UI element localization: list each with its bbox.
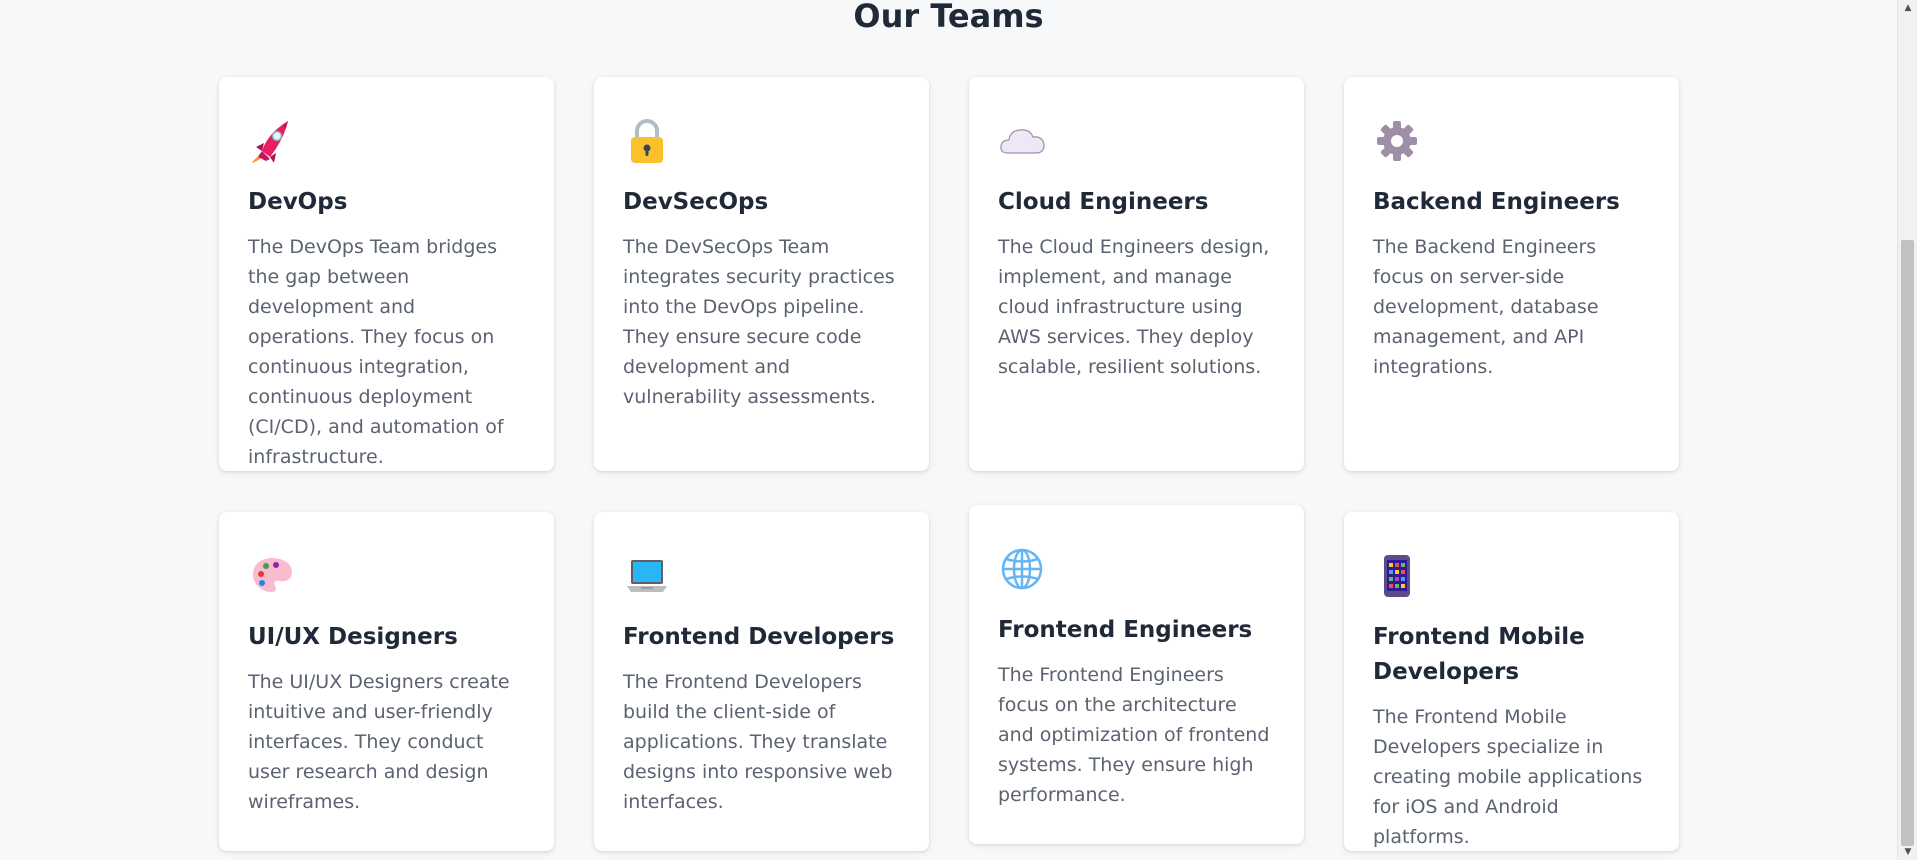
team-title: Cloud Engineers xyxy=(998,189,1209,215)
team-title: Backend Engineers xyxy=(1373,189,1620,215)
team-title: Frontend Engineers xyxy=(998,617,1253,643)
section-title: Our Teams xyxy=(853,0,1044,35)
team-card-frontend-developers: Frontend Developers The Frontend Develop… xyxy=(594,512,929,851)
team-description: The Cloud Engineers design, implement, a… xyxy=(998,236,1270,378)
lock-icon xyxy=(631,119,663,163)
team-card-frontend-engineers: Frontend Engineers The Frontend Engineer… xyxy=(969,505,1304,844)
page: Our Teams DevOps The DevOps Team bridges… xyxy=(0,0,1917,860)
team-description: The DevOps Team bridges the gap between … xyxy=(248,236,504,468)
team-description: The DevSecOps Team integrates security p… xyxy=(623,236,895,408)
gear-icon xyxy=(1377,121,1417,161)
team-title: Frontend Mobile Developers xyxy=(1373,624,1585,685)
team-card-backend-engineers: Backend Engineers The Backend Engineers … xyxy=(1344,77,1679,471)
globe-icon xyxy=(1001,548,1043,590)
cloud-icon xyxy=(1000,129,1045,154)
team-card-devsecops: DevSecOps The DevSecOps Team integrates … xyxy=(594,77,929,471)
team-description: The Frontend Developers build the client… xyxy=(623,671,893,813)
laptop-icon xyxy=(627,560,667,592)
team-card-frontend-mobile-developers: Frontend Mobile Developers The Frontend … xyxy=(1344,512,1679,851)
scroll-down-arrow-icon[interactable]: ▼ xyxy=(1898,844,1917,860)
team-card-cloud-engineers: Cloud Engineers The Cloud Engineers desi… xyxy=(969,77,1304,471)
palette-icon xyxy=(252,558,292,592)
team-card-devops: DevOps The DevOps Team bridges the gap b… xyxy=(219,77,554,471)
team-title: DevSecOps xyxy=(623,189,769,215)
team-title: DevOps xyxy=(248,189,348,215)
team-description: The Backend Engineers focus on server-si… xyxy=(1373,236,1599,378)
vertical-scrollbar[interactable]: ▲ ▼ xyxy=(1897,0,1917,860)
team-card-ui-ux-designers: UI/UX Designers The UI/UX Designers crea… xyxy=(219,512,554,851)
team-title: UI/UX Designers xyxy=(248,624,458,650)
team-title: Frontend Developers xyxy=(623,624,895,650)
scroll-up-arrow-icon[interactable]: ▲ xyxy=(1898,0,1917,16)
team-description: The UI/UX Designers create intuitive and… xyxy=(248,671,510,813)
mobile-phone-icon xyxy=(1384,555,1410,597)
rocket-icon xyxy=(252,121,288,163)
scrollbar-thumb[interactable] xyxy=(1901,240,1914,846)
team-description: The Frontend Mobile Developers specializ… xyxy=(1373,706,1643,848)
team-description: The Frontend Engineers focus on the arch… xyxy=(998,664,1270,806)
